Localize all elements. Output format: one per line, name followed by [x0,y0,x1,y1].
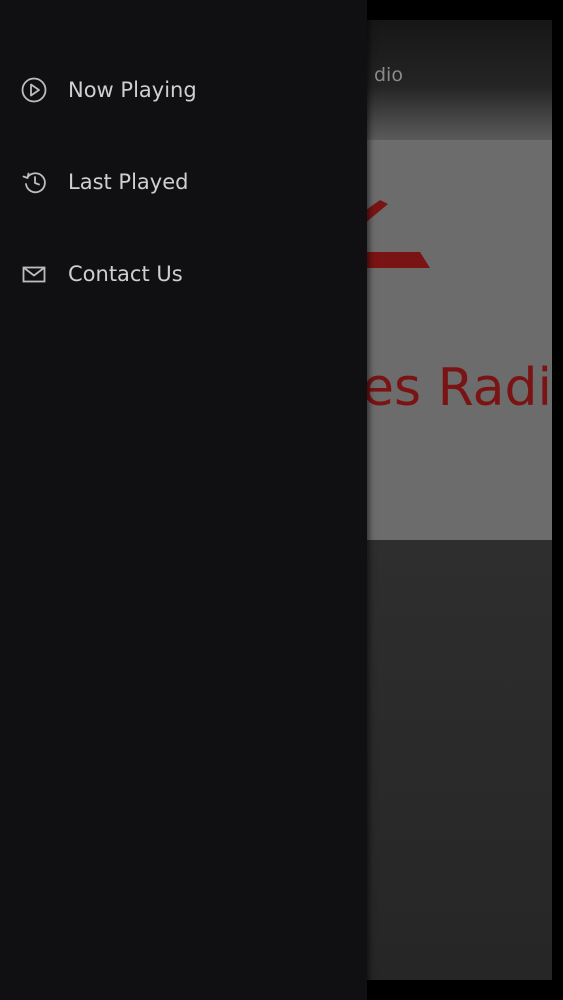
play-circle-icon [20,76,48,104]
nav-label-last-played: Last Played [68,170,189,194]
nav-label-now-playing: Now Playing [68,78,197,102]
app-header-title: dio [374,64,403,86]
app-screen: dio es Radio Now Playing [0,0,563,1000]
history-icon [20,168,48,196]
nav-item-contact-us[interactable]: Contact Us [0,228,367,320]
nav-item-last-played[interactable]: Last Played [0,136,367,228]
nav-item-now-playing[interactable]: Now Playing [0,44,367,136]
envelope-icon [20,260,48,288]
navigation-drawer: Now Playing Last Played Contact Us [0,0,367,1000]
station-logo-mark [352,200,430,268]
nav-list: Now Playing Last Played Contact Us [0,44,367,320]
station-brand-text: es Radio [362,358,552,418]
nav-label-contact-us: Contact Us [68,262,183,286]
